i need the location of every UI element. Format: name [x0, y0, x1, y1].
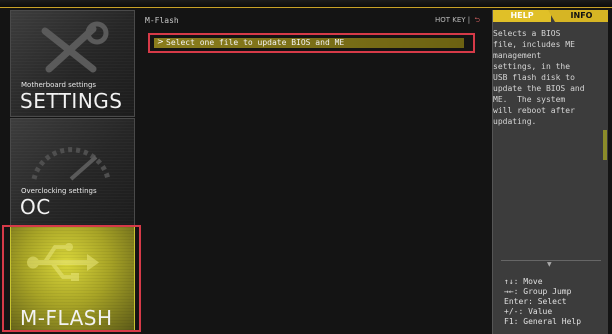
select-file-label: Select one file to update BIOS and ME	[166, 38, 345, 47]
key-value: +/-: Value	[504, 307, 553, 316]
help-panel: HELP INFO Selects a BIOS file, includes …	[492, 10, 608, 334]
tab-help[interactable]: HELP	[493, 10, 551, 22]
item-arrow: >	[157, 37, 164, 46]
hotkey-separator: |	[467, 16, 471, 24]
oc-title: OC	[20, 195, 51, 219]
key-group-jump: →←: Group Jump	[504, 287, 572, 296]
hotkey-label: HOT KEY	[434, 16, 466, 24]
top-strip	[0, 0, 612, 8]
tab-info[interactable]: INFO	[548, 10, 608, 22]
tools-icon	[41, 21, 109, 73]
back-arrow-icon[interactable]: ⮌	[474, 16, 480, 24]
key-general-help: F1: General Help	[504, 317, 582, 326]
oc-subtitle: Overclocking settings	[21, 187, 97, 195]
key-move: ↑↓: Move	[504, 277, 543, 286]
mflash-highlight-frame	[2, 225, 141, 332]
gauge-icon	[31, 147, 111, 181]
help-scrollbar[interactable]	[603, 130, 607, 160]
breadcrumb: M-Flash	[145, 16, 179, 25]
key-select: Enter: Select	[504, 297, 567, 306]
select-file-item[interactable]: > Select one file to update BIOS and ME	[154, 37, 464, 48]
settings-title: SETTINGS	[20, 89, 123, 113]
main-panel: M-Flash HOT KEY | ⮌ > Select one file to…	[145, 10, 485, 334]
oc-tile[interactable]: Overclocking settings OC	[10, 118, 135, 228]
scroll-down-icon: ▼	[547, 261, 552, 268]
help-description: Selects a BIOS file, includes ME managem…	[493, 29, 585, 126]
settings-subtitle: Motherboard settings	[21, 81, 97, 89]
hotkey-area[interactable]: HOT KEY | ⮌	[435, 16, 480, 27]
key-legend: ↑↓: Move →←: Group Jump Enter: Select +/…	[504, 277, 581, 327]
settings-tile[interactable]: Motherboard settings SETTINGS	[10, 10, 135, 117]
